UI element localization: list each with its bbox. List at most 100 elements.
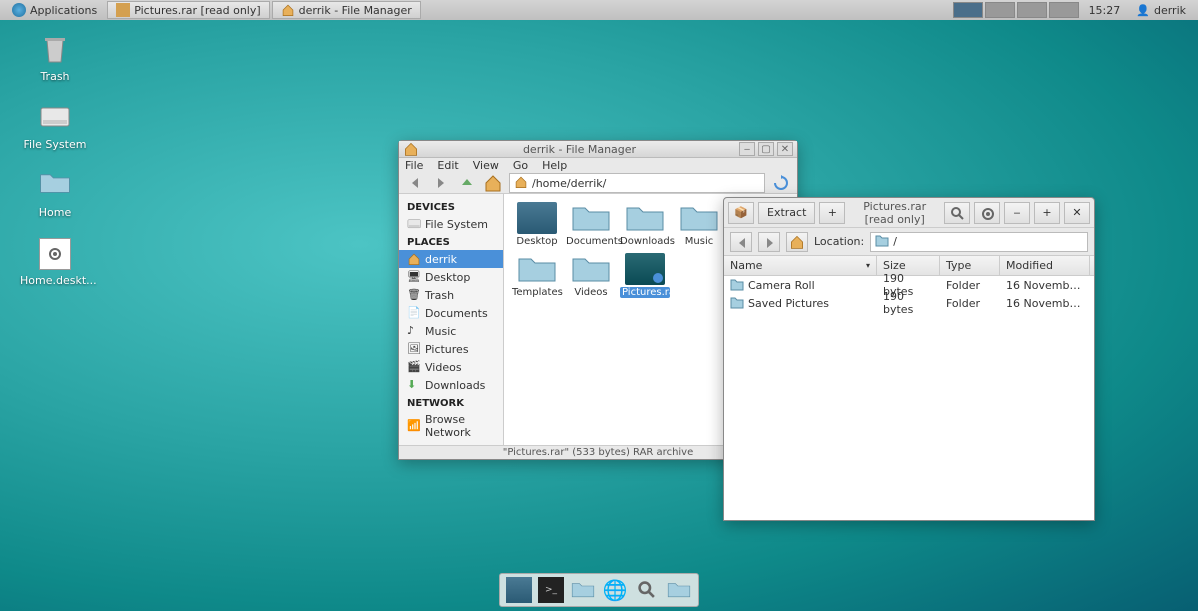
reload-button[interactable] — [771, 173, 791, 193]
forward-button[interactable] — [758, 232, 780, 252]
clock[interactable]: 15:27 — [1081, 4, 1129, 17]
desktop-icon-label: File System — [20, 138, 90, 151]
open-archive-button[interactable]: 📦 — [728, 202, 754, 224]
sidebar-item-pictures[interactable]: 🖼Pictures — [399, 340, 503, 358]
close-button[interactable]: ✕ — [777, 142, 793, 156]
user-menu[interactable]: 👤 derrik — [1128, 4, 1194, 17]
home-button[interactable] — [483, 173, 503, 193]
dock-item-folder[interactable] — [666, 577, 692, 603]
menu-view[interactable]: View — [473, 159, 499, 172]
maximize-button[interactable]: ▢ — [758, 142, 774, 156]
sidebar-item-label: Pictures — [425, 343, 469, 356]
cell-type: Folder — [940, 279, 1000, 292]
menu-go[interactable]: Go — [513, 159, 528, 172]
desktop-icon-trash[interactable]: Trash — [20, 34, 90, 83]
column-label: Name — [730, 259, 762, 272]
workspace-2[interactable] — [985, 2, 1015, 18]
applications-menu[interactable]: Applications — [4, 1, 105, 19]
desktop-icon-home[interactable]: Home — [20, 170, 90, 219]
search-button[interactable] — [944, 202, 970, 224]
sidebar-item-videos[interactable]: 🎬Videos — [399, 358, 503, 376]
menu-edit[interactable]: Edit — [437, 159, 458, 172]
sidebar-item-downloads[interactable]: ⬇Downloads — [399, 376, 503, 394]
sidebar-item-label: Videos — [425, 361, 462, 374]
desktop-icon-filesystem[interactable]: File System — [20, 102, 90, 151]
file-item-label: Documents — [566, 236, 616, 247]
window-title: Pictures.rar [read only] — [849, 200, 940, 226]
file-item-label: Videos — [566, 287, 616, 298]
taskbar-item-filemanager[interactable]: derrik - File Manager — [272, 1, 421, 19]
column-header-name[interactable]: Name▾ — [724, 256, 877, 275]
location-input[interactable]: / — [870, 232, 1088, 252]
forward-button[interactable] — [431, 173, 451, 193]
desktop-icon: 🖥 — [407, 270, 421, 284]
file-item-documents[interactable]: Documents — [566, 202, 616, 247]
cell-type: Folder — [940, 297, 1000, 310]
back-button[interactable] — [405, 173, 425, 193]
desktop-icon-label: Trash — [20, 70, 90, 83]
folder-icon — [679, 202, 719, 234]
workspace-1[interactable] — [953, 2, 983, 18]
add-files-button[interactable]: + — [819, 202, 845, 224]
sidebar-item-trash[interactable]: 🗑Trash — [399, 286, 503, 304]
workspace-3[interactable] — [1017, 2, 1047, 18]
sidebar-item-filesystem[interactable]: File System — [399, 215, 503, 233]
sidebar-item-label: Documents — [425, 307, 488, 320]
menu-help[interactable]: Help — [542, 159, 567, 172]
minimize-button[interactable]: ‒ — [1004, 202, 1030, 224]
sidebar-item-derrik[interactable]: derrik — [399, 250, 503, 268]
file-item-downloads[interactable]: Downloads — [620, 202, 670, 247]
dock-item-files[interactable] — [570, 577, 596, 603]
file-item-pictures-rar[interactable]: Pictures.rar — [620, 253, 670, 298]
desktop-icon-homedesktop[interactable]: Home.deskt... — [20, 238, 90, 287]
sidebar-item-desktop[interactable]: 🖥Desktop — [399, 268, 503, 286]
sidebar: DEVICES File System PLACES derrik 🖥Deskt… — [399, 194, 504, 445]
up-button[interactable] — [457, 173, 477, 193]
dock-item-search[interactable] — [634, 577, 660, 603]
file-item-desktop[interactable]: Desktop — [512, 202, 562, 247]
extract-label: Extract — [767, 206, 806, 219]
maximize-button[interactable]: + — [1034, 202, 1060, 224]
folder-icon — [571, 253, 611, 285]
sidebar-item-label: derrik — [425, 253, 457, 266]
home-icon — [403, 141, 419, 157]
dock-item-terminal[interactable]: >_ — [538, 577, 564, 603]
dock-item-show-desktop[interactable] — [506, 577, 532, 603]
sidebar-item-browse-network[interactable]: 📶Browse Network — [399, 411, 503, 441]
back-button[interactable] — [730, 232, 752, 252]
menu-file[interactable]: File — [405, 159, 423, 172]
xfce-logo-icon — [12, 3, 26, 17]
drive-icon — [39, 102, 71, 134]
taskbar-item-archive[interactable]: Pictures.rar [read only] — [107, 1, 269, 19]
sidebar-item-music[interactable]: ♪Music — [399, 322, 503, 340]
drive-icon — [407, 217, 421, 231]
location-label: Location: — [814, 235, 864, 248]
file-item-videos[interactable]: Videos — [566, 253, 616, 298]
sidebar-item-label: File System — [425, 218, 488, 231]
music-icon: ♪ — [407, 324, 421, 338]
sidebar-item-documents[interactable]: 📄Documents — [399, 304, 503, 322]
desktop-icon-label: Home.deskt... — [20, 274, 90, 287]
toolbar: /home/derrik/ — [399, 173, 797, 194]
workspace-4[interactable] — [1049, 2, 1079, 18]
sidebar-item-label: Trash — [425, 289, 454, 302]
menubar: File Edit View Go Help — [399, 158, 797, 173]
folder-icon — [517, 253, 557, 285]
file-item-templates[interactable]: Templates — [512, 253, 562, 298]
column-header-type[interactable]: Type — [940, 256, 1000, 275]
home-button[interactable] — [786, 232, 808, 252]
file-item-music[interactable]: Music — [674, 202, 724, 247]
menu-button[interactable] — [974, 202, 1000, 224]
path-bar[interactable]: /home/derrik/ — [509, 173, 765, 193]
user-icon: 👤 — [1136, 4, 1150, 17]
table-row[interactable]: Saved Pictures 190 bytes Folder 16 Novem… — [724, 294, 1094, 312]
cell-modified: 16 November 2018,... — [1000, 297, 1090, 310]
column-header-modified[interactable]: Modified — [1000, 256, 1090, 275]
file-item-label: Downloads — [620, 236, 670, 247]
archive-icon — [116, 3, 130, 17]
close-button[interactable]: ✕ — [1064, 202, 1090, 224]
extract-button[interactable]: Extract — [758, 202, 815, 224]
titlebar[interactable]: derrik - File Manager ‒ ▢ ✕ — [399, 141, 797, 158]
minimize-button[interactable]: ‒ — [739, 142, 755, 156]
dock-item-browser[interactable]: 🌐 — [602, 577, 628, 603]
